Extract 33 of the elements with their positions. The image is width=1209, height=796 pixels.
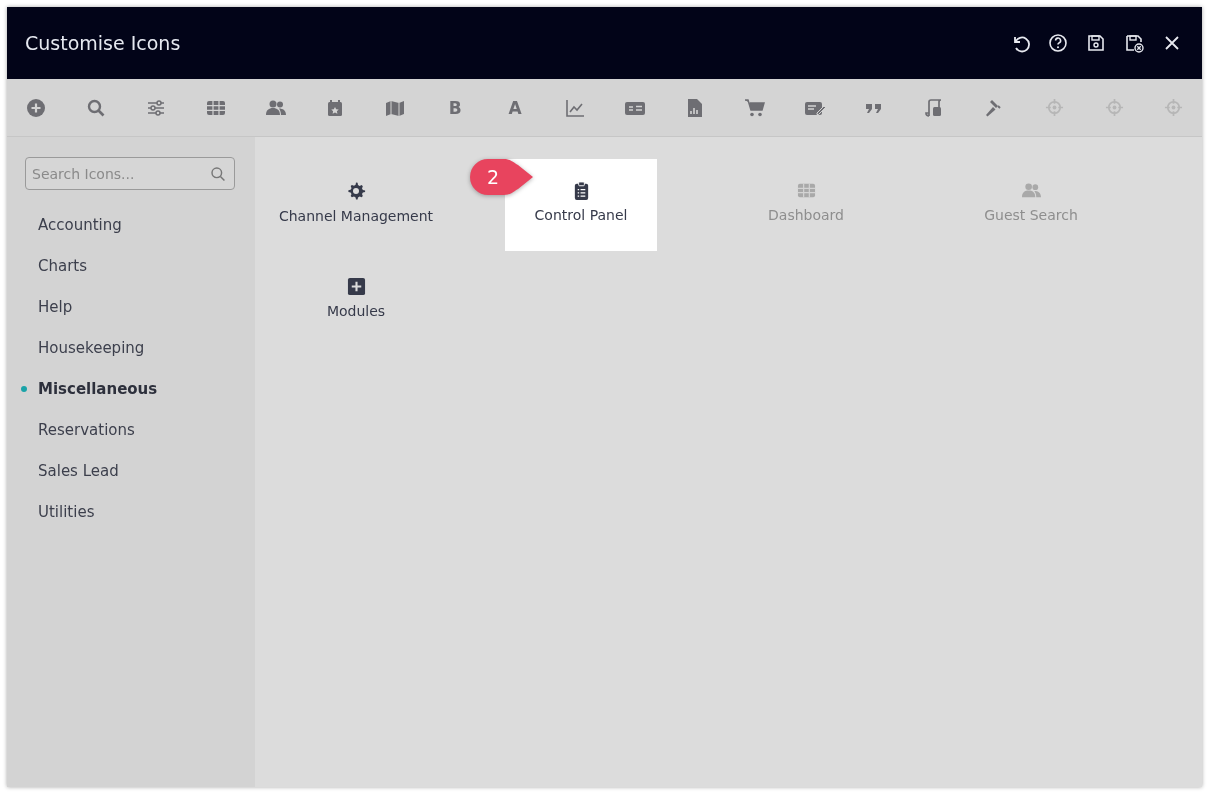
search-field[interactable]: Search Icons... [25, 157, 235, 190]
sliders-icon [145, 97, 166, 118]
line-chart-icon [565, 97, 585, 118]
category-item[interactable]: Sales Lead [38, 462, 119, 480]
plus-square-icon [346, 277, 366, 296]
icon-tile[interactable]: Control Panel [505, 159, 657, 251]
category-item[interactable]: Utilities [38, 503, 95, 521]
gear-icon [346, 180, 366, 201]
category-item[interactable]: Miscellaneous [38, 380, 158, 398]
save-cancel-icon [1124, 33, 1144, 53]
crosshair-icon [1164, 98, 1184, 117]
category-item[interactable]: Help [38, 298, 73, 316]
search-icon [85, 97, 106, 118]
save-icon [1086, 33, 1106, 53]
icon-tile[interactable]: Modules [280, 255, 432, 347]
crosshair-icon [1044, 98, 1064, 117]
step-badge: 2 [469, 158, 535, 196]
grid-icon [796, 181, 816, 200]
crosshair-icon [1104, 98, 1124, 117]
users-icon [1021, 181, 1041, 200]
icon-tile[interactable]: Channel Management [280, 159, 432, 251]
plus-circle-icon [26, 97, 46, 118]
help-icon [1048, 33, 1068, 53]
help-button[interactable] [1046, 31, 1070, 55]
plus-circle-button[interactable] [25, 96, 47, 119]
window-title: Customise Icons [25, 32, 182, 54]
cart-icon [744, 97, 765, 118]
category-item[interactable]: Accounting [38, 216, 122, 234]
category-item[interactable]: Housekeeping [38, 339, 145, 357]
category-item[interactable]: Reservations [38, 421, 135, 439]
search-icon [210, 166, 226, 182]
category-item[interactable]: Charts [38, 257, 88, 275]
cart-button[interactable] [743, 96, 766, 119]
